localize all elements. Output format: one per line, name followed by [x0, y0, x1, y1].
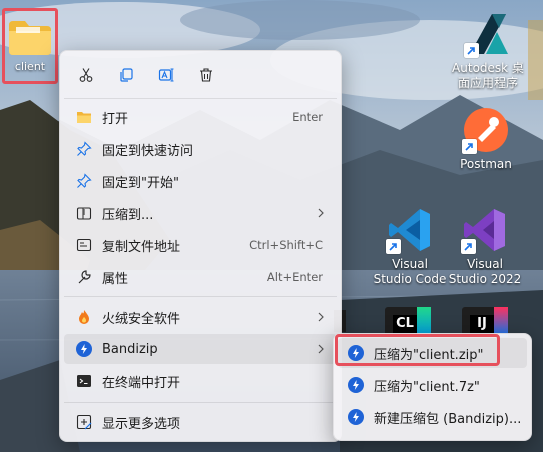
menu-item-compress-to[interactable]: 压缩到...: [64, 198, 337, 228]
chevron-right-icon: [318, 208, 324, 218]
desktop-icon-visual-studio[interactable]: Visual Studio 2022: [443, 206, 527, 287]
menu-item-huorong[interactable]: 火绒安全软件: [64, 302, 337, 332]
copy-path-icon: [76, 237, 92, 253]
desktop-icon-label-line1: Autodesk 桌: [452, 61, 524, 75]
submenu-item-label: 新建压缩包 (Bandizip)...: [374, 411, 522, 427]
menu-item-label: 压缩到...: [102, 207, 154, 223]
shortcut-arrow-icon: [386, 239, 401, 254]
menu-item-open[interactable]: 打开 Enter: [64, 102, 337, 132]
menu-item-show-more-options[interactable]: 显示更多选项: [64, 407, 337, 437]
compress-icon: [76, 205, 92, 221]
delete-button[interactable]: [190, 61, 222, 89]
menu-separator: [64, 98, 337, 99]
shortcut-arrow-icon: [461, 239, 476, 254]
chevron-right-icon: [318, 312, 324, 322]
menu-item-shortcut: Alt+Enter: [266, 270, 323, 284]
vscode-icon: [386, 206, 434, 254]
copy-button[interactable]: [110, 61, 142, 89]
menu-item-pin-quick-access[interactable]: 固定到快速访问: [64, 134, 337, 164]
menu-item-label: 固定到"开始": [102, 175, 179, 191]
menu-item-copy-path[interactable]: 复制文件地址 Ctrl+Shift+C: [64, 230, 337, 260]
quick-action-bar: [70, 61, 222, 89]
bandizip-icon: [76, 341, 92, 357]
rename-icon: [158, 68, 174, 82]
desktop-icon-label-line1: Visual: [467, 257, 503, 271]
menu-item-label: Bandizip: [102, 341, 158, 357]
menu-item-label: 显示更多选项: [102, 416, 181, 432]
desktop-icon-label: Postman: [460, 157, 512, 171]
pin-icon: [76, 141, 92, 157]
desktop-icon-label-line2: Studio Code: [373, 272, 447, 286]
cut-button[interactable]: [70, 61, 102, 89]
menu-item-label: 复制文件地址: [102, 239, 181, 255]
submenu-item-new-archive[interactable]: 新建压缩包 (Bandizip)...: [338, 402, 527, 432]
bandizip-icon: [348, 377, 364, 393]
desktop-icon-autodesk[interactable]: Autodesk 桌 面应用程序: [446, 10, 530, 91]
menu-item-label: 属性: [102, 271, 129, 287]
desktop-icon-label-line2: Studio 2022: [448, 272, 522, 286]
huorong-icon: [76, 309, 92, 325]
context-menu: 打开 Enter 固定到快速访问 固定到"开始" 压缩到... 复制文件地址 C…: [59, 50, 342, 442]
more-options-icon: [76, 414, 92, 430]
delete-icon: [200, 68, 212, 82]
menu-item-pin-start[interactable]: 固定到"开始": [64, 166, 337, 196]
menu-separator: [64, 296, 337, 297]
submenu-item-label: 压缩为"client.7z": [374, 379, 480, 395]
postman-icon: [462, 106, 510, 154]
cut-icon: [79, 68, 93, 82]
shortcut-arrow-icon: [462, 139, 477, 154]
rename-button[interactable]: [150, 61, 182, 89]
desktop-icon-label-line2: 面应用程序: [457, 76, 518, 90]
folder-icon: [7, 17, 53, 57]
menu-item-label: 在终端中打开: [102, 375, 181, 391]
copy-icon: [120, 68, 133, 82]
menu-item-shortcut: Enter: [292, 110, 323, 124]
bandizip-icon: [348, 409, 364, 425]
desktop-icon-vscode[interactable]: Visual Studio Code: [368, 206, 452, 287]
desktop-icon-label-line1: Visual: [392, 257, 428, 271]
desktop-icon-postman[interactable]: Postman: [444, 106, 528, 172]
menu-item-open-in-terminal[interactable]: 在终端中打开: [64, 366, 337, 396]
desktop-icon-client[interactable]: client: [2, 8, 58, 84]
shortcut-arrow-icon: [464, 43, 479, 58]
highlight-annotation: [335, 334, 500, 366]
submenu-item-compress-7z[interactable]: 压缩为"client.7z": [338, 370, 527, 400]
menu-item-label: 固定到快速访问: [102, 143, 194, 159]
menu-separator: [64, 402, 337, 403]
autodesk-icon: [464, 10, 512, 58]
folder-open-icon: [76, 109, 92, 125]
desktop-icon-label: client: [14, 60, 46, 73]
menu-item-bandizip[interactable]: Bandizip: [64, 334, 337, 364]
visual-studio-icon: [461, 206, 509, 254]
terminal-icon: [76, 373, 92, 389]
pin-start-icon: [76, 173, 92, 189]
menu-item-label: 火绒安全软件: [102, 311, 181, 327]
chevron-right-icon: [318, 344, 324, 354]
menu-item-shortcut: Ctrl+Shift+C: [249, 238, 323, 252]
properties-icon: [76, 269, 92, 285]
menu-item-label: 打开: [102, 111, 129, 127]
menu-item-properties[interactable]: 属性 Alt+Enter: [64, 262, 337, 292]
